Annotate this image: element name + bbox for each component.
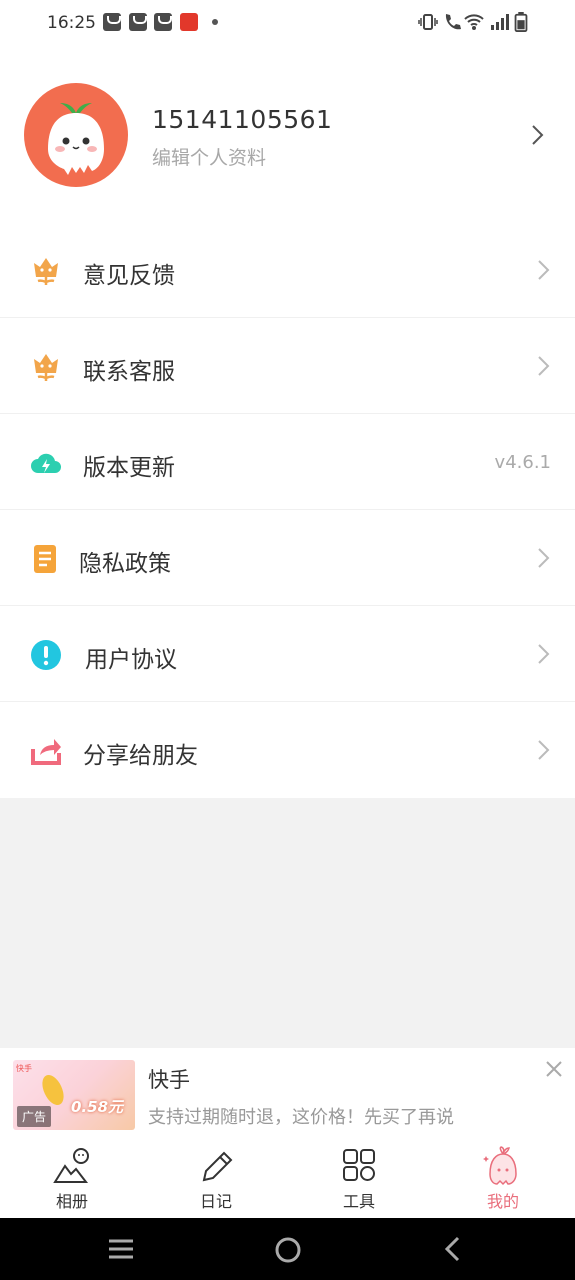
menu-item-label: 意见反馈: [83, 263, 175, 289]
album-icon: [53, 1148, 89, 1183]
share-icon: [31, 739, 61, 765]
tab-mine[interactable]: 我的: [453, 1146, 553, 1212]
ad-title: 快手: [148, 1068, 190, 1092]
avatar[interactable]: [24, 83, 128, 187]
bag-notification-icon: [129, 13, 147, 31]
menu-item-label: 联系客服: [83, 359, 175, 385]
menu-item-label: 版本更新: [83, 455, 175, 481]
ad-description: 支持过期随时退，这价格！先买了再说: [148, 1107, 454, 1128]
cloud-upload-icon: [31, 453, 61, 473]
tab-label: 工具: [342, 1192, 375, 1211]
menu-item-contact-service[interactable]: 联系客服: [0, 318, 575, 414]
status-time: 16:25: [47, 13, 96, 33]
menu-item-label: 分享给朋友: [83, 743, 198, 769]
home-icon[interactable]: [274, 1236, 302, 1264]
bag-notification-icon: [154, 13, 172, 31]
bag-notification-icon: [103, 13, 121, 31]
document-icon: [34, 545, 56, 573]
ad-tag: 广告: [17, 1106, 52, 1127]
edit-profile-link[interactable]: 编辑个人资料: [152, 143, 266, 170]
flower-icon: [34, 354, 58, 381]
mascot-icon: [483, 1146, 517, 1186]
ad-brand: 快手: [16, 1064, 32, 1073]
ad-price: 0.58元: [71, 1098, 124, 1116]
menu-item-version-update[interactable]: 版本更新 v4.6.1: [0, 414, 575, 510]
tab-label: 日记: [199, 1192, 232, 1211]
chevron-right-icon: [532, 125, 544, 145]
menu-item-user-agreement[interactable]: 用户协议: [0, 606, 575, 702]
menu-item-feedback[interactable]: 意见反馈: [0, 222, 575, 318]
menu-icon[interactable]: [108, 1238, 134, 1260]
chevron-right-icon: [538, 356, 550, 376]
signal-icon: [491, 14, 509, 30]
menu-item-share[interactable]: 分享给朋友: [0, 702, 575, 798]
info-icon: [31, 640, 61, 670]
flower-icon: [34, 258, 58, 285]
menu-item-privacy-policy[interactable]: 隐私政策: [0, 510, 575, 606]
close-icon[interactable]: [545, 1060, 563, 1078]
status-bar: 16:25: [0, 0, 575, 48]
version-number: v4.6.1: [494, 452, 551, 473]
vibrate-icon: [418, 14, 438, 30]
tab-diary[interactable]: 日记: [166, 1146, 266, 1212]
battery-icon: [514, 12, 528, 32]
app-notification-icon: [180, 13, 198, 31]
corn-icon: [42, 1075, 64, 1105]
grid-icon: [343, 1149, 375, 1181]
ad-image[interactable]: 快手 0.58元 广告: [13, 1060, 135, 1130]
settings-menu: 意见反馈 联系客服 版本更新 v4.6.1 隐私政策 用户协议 分享给朋友: [0, 222, 575, 798]
tab-tools[interactable]: 工具: [309, 1146, 409, 1212]
chevron-right-icon: [538, 260, 550, 280]
wifi-icon: [464, 14, 484, 30]
chevron-right-icon: [538, 548, 550, 568]
profile-header[interactable]: 15141105561 编辑个人资料: [0, 48, 575, 222]
call-icon: [445, 14, 461, 30]
chevron-right-icon: [538, 644, 550, 664]
profile-phone: 15141105561: [152, 105, 333, 134]
tab-label: 我的: [486, 1192, 519, 1211]
bottom-tab-bar: 相册 日记 工具 我的: [0, 1138, 575, 1218]
chevron-right-icon: [538, 740, 550, 760]
menu-item-label: 用户协议: [85, 647, 177, 673]
ad-banner[interactable]: 快手 0.58元 广告 快手 支持过期随时退，这价格！先买了再说: [0, 1048, 575, 1138]
mascot-avatar-icon: [48, 103, 104, 175]
system-nav-bar: [0, 1218, 575, 1280]
tab-album[interactable]: 相册: [22, 1146, 122, 1212]
tab-label: 相册: [55, 1192, 88, 1211]
pencil-icon: [202, 1151, 233, 1182]
more-notifications-dot: [212, 19, 218, 25]
back-icon[interactable]: [443, 1236, 461, 1262]
menu-item-label: 隐私政策: [79, 551, 171, 577]
